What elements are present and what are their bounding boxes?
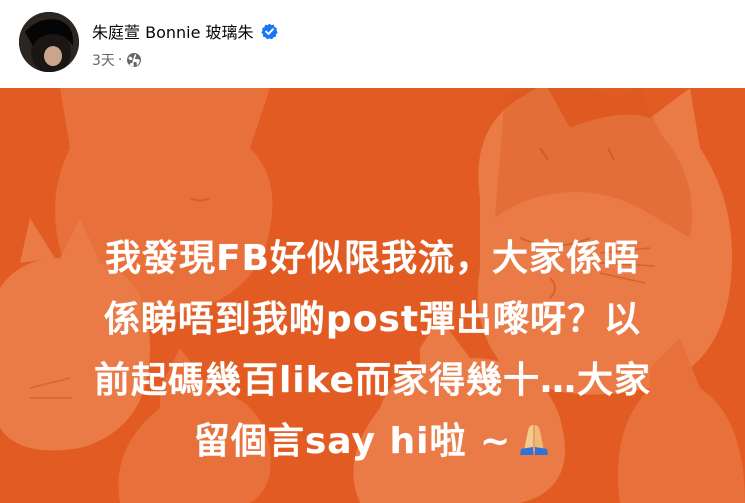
author-line: 朱庭萱 Bonnie 玻璃朱	[92, 19, 278, 43]
post-text-line-3: 前起碼幾百like而家得幾十…大家	[93, 360, 652, 401]
avatar[interactable]	[19, 12, 79, 72]
post-text-line-2: 係睇唔到我啲post彈出嚟呀？以	[103, 299, 642, 340]
avatar-photo	[19, 12, 79, 72]
post-text-line-4-text: 留個言say hi啦 ~	[193, 421, 512, 462]
post-text-line-4: 留個言say hi啦 ~	[0, 411, 745, 476]
globe-icon[interactable]	[126, 52, 142, 68]
verified-badge-icon	[260, 23, 278, 40]
post-meta: 3天 ·	[92, 50, 142, 70]
post-text-line-1: 我發現FB好似限我流，大家係唔	[104, 238, 641, 279]
post-image[interactable]: 我發現FB好似限我流，大家係唔 係睇唔到我啲post彈出嚟呀？以 前起碼幾百li…	[0, 88, 745, 503]
folded-hands-icon	[517, 415, 551, 476]
meta-separator: ·	[117, 52, 123, 68]
post-header: 朱庭萱 Bonnie 玻璃朱 3天 ·	[0, 0, 745, 88]
author-name[interactable]: 朱庭萱 Bonnie 玻璃朱	[92, 19, 254, 43]
post-text: 我發現FB好似限我流，大家係唔 係睇唔到我啲post彈出嚟呀？以 前起碼幾百li…	[0, 228, 745, 476]
post-timestamp[interactable]: 3天	[92, 50, 115, 70]
